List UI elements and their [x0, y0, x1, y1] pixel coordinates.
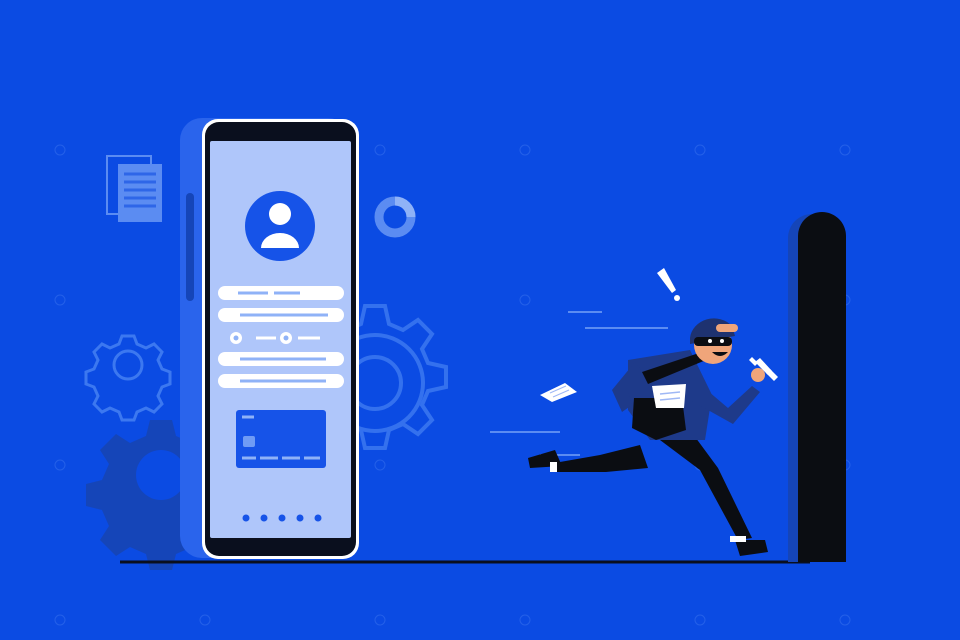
credit-card-icon — [236, 410, 326, 468]
phone-side-button — [186, 193, 194, 301]
illustration-scene — [0, 0, 960, 640]
user-avatar-icon — [245, 191, 315, 261]
phone — [202, 119, 359, 559]
doorway — [788, 212, 846, 562]
scene-svg — [0, 0, 960, 640]
